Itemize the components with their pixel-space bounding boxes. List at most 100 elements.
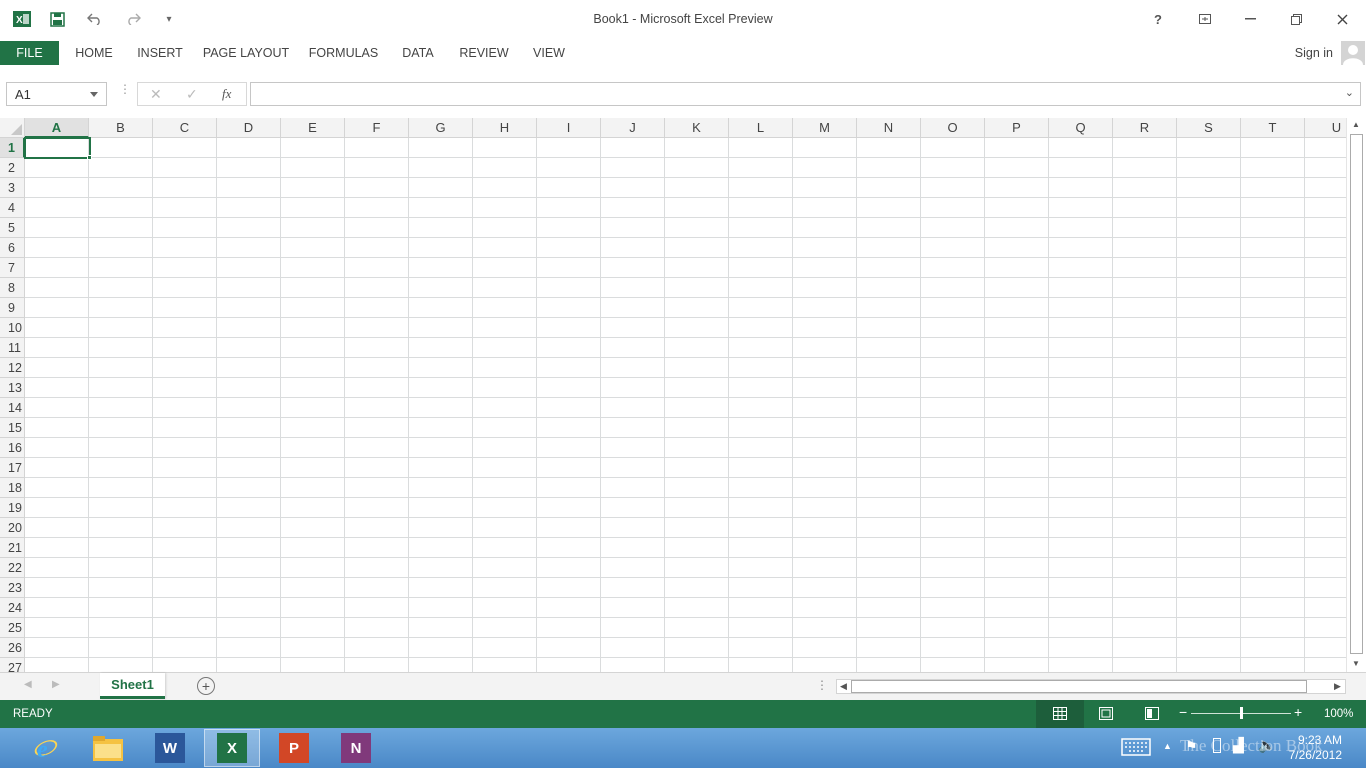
tab-split-handle-icon[interactable]: ⋮: [816, 678, 828, 692]
scroll-down-icon[interactable]: ▼: [1352, 659, 1360, 668]
row-header-14[interactable]: 14: [0, 398, 25, 418]
row-header-3[interactable]: 3: [0, 178, 25, 198]
row-header-15[interactable]: 15: [0, 418, 25, 438]
row-header-10[interactable]: 10: [0, 318, 25, 338]
normal-view-button[interactable]: [1036, 700, 1084, 728]
column-header-f[interactable]: F: [345, 118, 409, 138]
row-header-7[interactable]: 7: [0, 258, 25, 278]
zoom-slider-thumb[interactable]: [1240, 707, 1243, 719]
column-header-k[interactable]: K: [665, 118, 729, 138]
row-header-11[interactable]: 11: [0, 338, 25, 358]
row-header-26[interactable]: 26: [0, 638, 25, 658]
zoom-in-icon[interactable]: +: [1294, 704, 1302, 720]
vertical-scrollbar[interactable]: ▲ ▼: [1346, 118, 1366, 672]
internet-explorer-icon[interactable]: e: [18, 730, 74, 766]
row-header-21[interactable]: 21: [0, 538, 25, 558]
fill-handle[interactable]: [87, 155, 92, 160]
zoom-out-icon[interactable]: −: [1179, 704, 1187, 720]
worksheet-grid[interactable]: ABCDEFGHIJKLMNOPQRSTU 1 2 3 4 5 6 7 8 9 10 11 12 13 1…: [0, 118, 1346, 672]
row-header-8[interactable]: 8: [0, 278, 25, 298]
column-header-u[interactable]: U: [1305, 118, 1346, 138]
column-header-m[interactable]: M: [793, 118, 857, 138]
row-header-5[interactable]: 5: [0, 218, 25, 238]
file-explorer-icon[interactable]: [80, 730, 136, 766]
sign-in-area[interactable]: Sign in: [1295, 38, 1366, 68]
column-header-e[interactable]: E: [281, 118, 345, 138]
vertical-scroll-thumb[interactable]: [1350, 134, 1363, 654]
restore-icon[interactable]: [1281, 6, 1311, 32]
row-header-13[interactable]: 13: [0, 378, 25, 398]
tab-file[interactable]: FILE: [0, 41, 59, 65]
show-hidden-icons-icon[interactable]: ▲: [1163, 741, 1172, 751]
page-break-preview-icon[interactable]: [1145, 707, 1159, 723]
name-box[interactable]: A1: [6, 82, 107, 106]
column-header-d[interactable]: D: [217, 118, 281, 138]
sheet-scroll-right-icon[interactable]: ▶: [52, 679, 60, 690]
sheet-tab-sheet1[interactable]: Sheet1: [100, 673, 165, 699]
row-header-27[interactable]: 27: [0, 658, 25, 672]
horizontal-scroll-thumb[interactable]: [851, 680, 1307, 693]
onenote-icon[interactable]: N: [328, 730, 384, 766]
column-header-h[interactable]: H: [473, 118, 537, 138]
tab-data[interactable]: DATA: [397, 41, 439, 65]
column-header-j[interactable]: J: [601, 118, 665, 138]
column-header-s[interactable]: S: [1177, 118, 1241, 138]
active-cell[interactable]: [24, 137, 91, 159]
column-header-i[interactable]: I: [537, 118, 601, 138]
formula-bar-grip-icon[interactable]: ⋮: [119, 83, 131, 101]
new-sheet-icon[interactable]: +: [197, 677, 215, 695]
horizontal-scrollbar[interactable]: ◀ ▶: [836, 679, 1346, 694]
cancel-entry-icon[interactable]: ✕: [150, 86, 162, 103]
excel-taskbar-icon[interactable]: X: [204, 729, 260, 767]
column-header-q[interactable]: Q: [1049, 118, 1113, 138]
tab-review[interactable]: REVIEW: [457, 41, 511, 65]
enter-entry-icon[interactable]: ✓: [186, 86, 198, 103]
row-header-4[interactable]: 4: [0, 198, 25, 218]
select-all-button[interactable]: [0, 118, 25, 138]
row-header-23[interactable]: 23: [0, 578, 25, 598]
sheet-scroll-left-icon[interactable]: ◀: [24, 679, 32, 690]
close-icon[interactable]: [1327, 6, 1357, 32]
column-header-g[interactable]: G: [409, 118, 473, 138]
row-header-20[interactable]: 20: [0, 518, 25, 538]
touch-keyboard-icon[interactable]: [1121, 736, 1151, 763]
tab-page-layout[interactable]: PAGE LAYOUT: [202, 41, 290, 65]
row-header-1[interactable]: 1: [0, 138, 25, 158]
column-header-a[interactable]: A: [25, 118, 89, 138]
expand-formula-bar-icon[interactable]: ⌄: [1345, 86, 1354, 99]
row-header-22[interactable]: 22: [0, 558, 25, 578]
column-header-p[interactable]: P: [985, 118, 1049, 138]
row-header-6[interactable]: 6: [0, 238, 25, 258]
sign-in-link[interactable]: Sign in: [1295, 46, 1333, 60]
zoom-level[interactable]: 100%: [1324, 708, 1353, 720]
row-header-17[interactable]: 17: [0, 458, 25, 478]
row-header-2[interactable]: 2: [0, 158, 25, 178]
row-header-18[interactable]: 18: [0, 478, 25, 498]
row-header-24[interactable]: 24: [0, 598, 25, 618]
column-header-c[interactable]: C: [153, 118, 217, 138]
help-button[interactable]: ?: [1143, 6, 1173, 32]
name-box-dropdown-icon[interactable]: [90, 92, 98, 97]
column-header-t[interactable]: T: [1241, 118, 1305, 138]
formula-input[interactable]: ⌄: [250, 82, 1361, 106]
column-header-l[interactable]: L: [729, 118, 793, 138]
column-header-n[interactable]: N: [857, 118, 921, 138]
insert-function-button[interactable]: fx: [222, 86, 231, 102]
scroll-up-icon[interactable]: ▲: [1352, 120, 1360, 129]
scroll-right-icon[interactable]: ▶: [1334, 681, 1341, 692]
row-header-19[interactable]: 19: [0, 498, 25, 518]
column-header-b[interactable]: B: [89, 118, 153, 138]
column-header-o[interactable]: O: [921, 118, 985, 138]
word-icon[interactable]: W: [142, 730, 198, 766]
scroll-left-icon[interactable]: ◀: [840, 681, 847, 692]
tab-home[interactable]: HOME: [70, 41, 118, 65]
page-layout-view-icon[interactable]: [1099, 707, 1113, 723]
row-header-12[interactable]: 12: [0, 358, 25, 378]
tab-formulas[interactable]: FORMULAS: [307, 41, 380, 65]
row-header-16[interactable]: 16: [0, 438, 25, 458]
tab-insert[interactable]: INSERT: [134, 41, 186, 65]
row-header-9[interactable]: 9: [0, 298, 25, 318]
powerpoint-icon[interactable]: P: [266, 730, 322, 766]
minimize-icon[interactable]: [1235, 6, 1265, 32]
column-header-r[interactable]: R: [1113, 118, 1177, 138]
